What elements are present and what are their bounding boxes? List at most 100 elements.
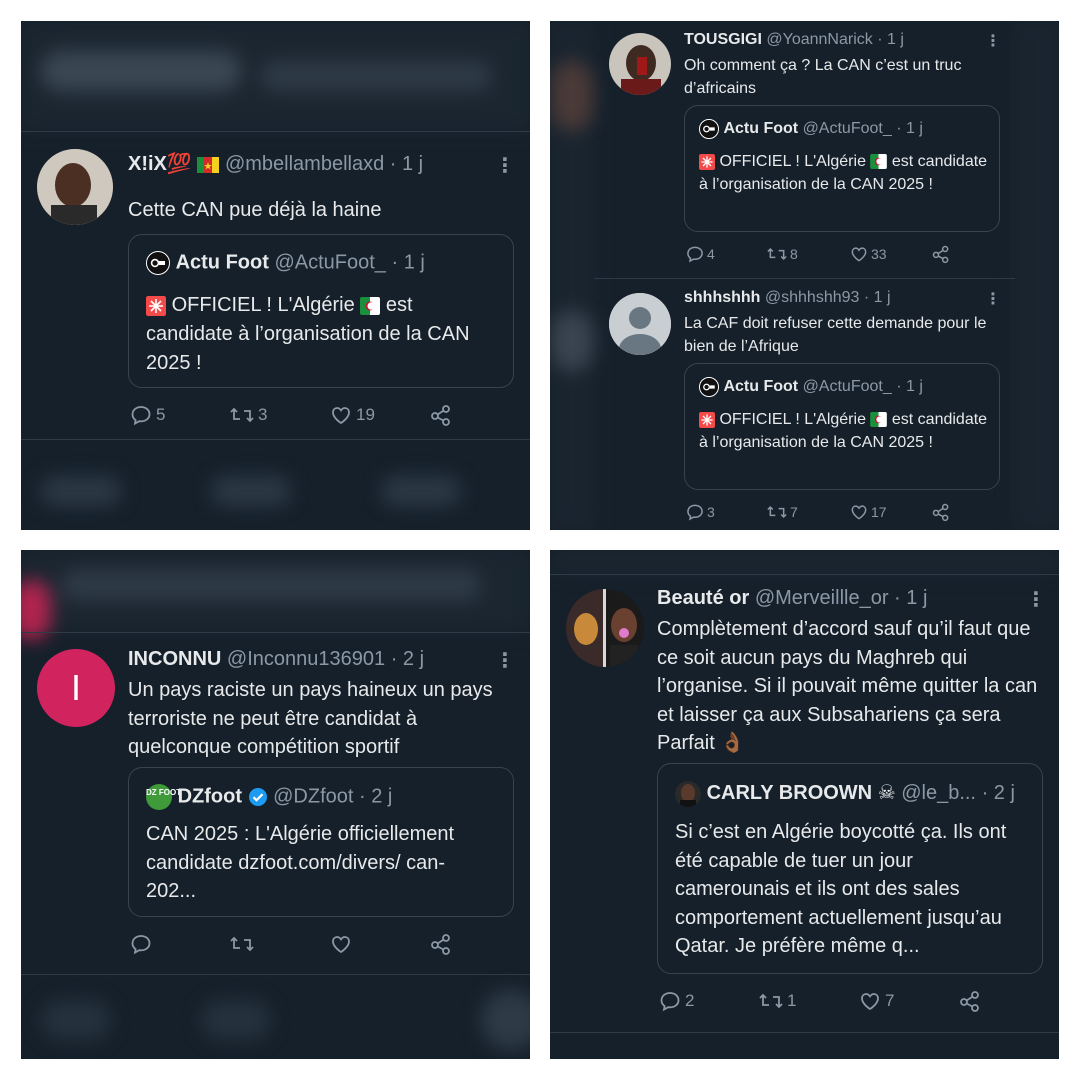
more-icon[interactable]: ⋮: [985, 31, 1001, 51]
like-icon: [861, 993, 879, 1011]
retweet-button[interactable]: 1: [758, 989, 858, 1013]
avatar[interactable]: [609, 293, 671, 355]
reply-count: 3: [707, 504, 715, 520]
like-button[interactable]: 33: [849, 244, 931, 264]
timestamp[interactable]: 1 j: [874, 289, 891, 306]
quoted-display-name: Actu Foot: [723, 120, 799, 138]
handle[interactable]: @shhhshh93: [765, 289, 860, 306]
share-button[interactable]: [958, 989, 982, 1013]
tweet[interactable]: shhhshhh @shhhshh93 · 1 j ⋮ La CAF doit …: [550, 279, 1059, 530]
like-button[interactable]: 7: [858, 989, 958, 1013]
reply-button[interactable]: 3: [685, 502, 766, 522]
tweet[interactable]: Beauté or @Merveillle_or · 1 j ⋮ Complèt…: [550, 575, 1059, 1030]
quoted-tweet[interactable]: Actu Foot @ActuFoot_ · 1 j OFFICIEL ! L'…: [684, 363, 1000, 490]
handle[interactable]: @mbellambellaxd: [225, 153, 384, 175]
tweet-text: La CAF doit refuser cette demande pour l…: [684, 315, 987, 355]
like-button[interactable]: 17: [849, 502, 931, 522]
more-icon[interactable]: ⋮: [495, 648, 515, 673]
tweet-actions: 3 7 17: [685, 502, 951, 522]
retweet-button[interactable]: [229, 932, 329, 956]
tweet-header: TOUSGIGI @YoannNarick · 1 j: [684, 31, 904, 48]
reply-icon: [687, 504, 703, 521]
tweet-header: X!iX💯 @mbellambellaxd · 1 j: [128, 153, 424, 175]
quoted-handle: @le_b...: [901, 782, 976, 804]
tweet-text: Oh comment ça ? La CAN c’est un truc d’a…: [684, 57, 962, 97]
share-button[interactable]: [931, 502, 951, 522]
handle[interactable]: @Merveillle_or: [755, 587, 889, 609]
quoted-timestamp: 2 j: [993, 782, 1015, 804]
quoted-handle: @ActuFoot_: [802, 378, 892, 396]
tweet[interactable]: TOUSGIGI @YoannNarick · 1 j ⋮ Oh comment…: [550, 21, 1059, 277]
reply-count: 2: [685, 991, 695, 1010]
share-icon: [960, 991, 979, 1012]
actufoot-logo-icon: [699, 377, 719, 397]
display-name[interactable]: TOUSGIGI: [684, 31, 762, 48]
share-icon: [431, 934, 450, 955]
tweet[interactable]: X!iX💯 @mbellambellaxd · 1 j ⋮ Cette CAN …: [21, 131, 530, 426]
tweet-header: shhhshhh @shhhshh93 · 1 j: [684, 289, 891, 306]
reply-button[interactable]: [129, 932, 229, 956]
more-icon[interactable]: ⋮: [1026, 587, 1046, 612]
quoted-tweet[interactable]: DZ FOOT DZfoot @DZfoot · 2 j CAN 2025 : …: [128, 767, 514, 917]
avatar[interactable]: [37, 149, 113, 225]
avatar[interactable]: [566, 589, 644, 667]
timestamp[interactable]: 2 j: [403, 648, 424, 670]
quoted-tweet-text: OFFICIEL ! L'Algérie est candidate à l’o…: [699, 153, 988, 193]
retweet-button[interactable]: 8: [766, 244, 849, 264]
tweet-text: Un pays raciste un pays haineux un pays …: [128, 679, 493, 758]
share-button[interactable]: [429, 403, 453, 427]
share-button[interactable]: [931, 244, 951, 264]
like-icon: [851, 505, 867, 520]
reply-icon: [687, 246, 703, 263]
retweet-button[interactable]: 7: [766, 502, 849, 522]
retweet-icon: [230, 407, 254, 423]
display-name[interactable]: shhhshhh: [684, 289, 760, 306]
quoted-tweet[interactable]: Actu Foot @ActuFoot_ · 1 j OFFICIEL ! L'…: [684, 105, 1000, 232]
quoted-handle: @ActuFoot_: [802, 120, 892, 138]
quoted-tweet[interactable]: Actu Foot @ActuFoot_ · 1 j OFFICIEL ! L'…: [128, 234, 514, 388]
timestamp[interactable]: 1 j: [402, 153, 423, 175]
reply-button[interactable]: 4: [685, 244, 766, 264]
more-icon[interactable]: ⋮: [985, 289, 1001, 309]
blurred-next-tweet: [21, 980, 530, 1059]
handle[interactable]: @YoannNarick: [766, 31, 872, 48]
tweet-actions: 5 3 19: [129, 403, 453, 427]
quoted-tweet[interactable]: CARLY BROOWN ☠ @le_b... · 2 j Si c’est e…: [657, 763, 1043, 974]
more-icon[interactable]: ⋮: [495, 153, 515, 178]
quoted-tweet-header: CARLY BROOWN ☠ @le_b... · 2 j: [675, 780, 1015, 807]
tweet-text: Complètement d’accord sauf qu’il faut qu…: [657, 618, 1038, 754]
quoted-handle: @ActuFoot_: [274, 251, 386, 274]
screenshot-panel-4: Beauté or @Merveillle_or · 1 j ⋮ Complèt…: [550, 550, 1059, 1059]
quoted-display-name: CARLY BROOWN: [706, 782, 873, 804]
quoted-display-name: Actu Foot: [723, 378, 799, 396]
reply-button[interactable]: 2: [658, 989, 758, 1013]
quoted-handle: @DZfoot: [273, 785, 354, 808]
tweet[interactable]: I INCONNU @Inconnu136901 · 2 j ⋮ Un pays…: [21, 633, 530, 973]
reply-icon: [660, 992, 680, 1012]
like-button[interactable]: 19: [329, 403, 429, 427]
reply-button[interactable]: 5: [129, 403, 229, 427]
avatar-letter: I: [70, 667, 81, 708]
avatar[interactable]: [609, 33, 671, 95]
handle[interactable]: @Inconnu136901: [227, 648, 385, 670]
tweet-actions: 2 1 7: [658, 989, 982, 1013]
like-icon: [332, 407, 350, 425]
quoted-timestamp: 1 j: [905, 120, 923, 138]
like-count: 19: [356, 405, 375, 424]
verified-icon: [248, 788, 267, 806]
display-name[interactable]: Beauté or: [657, 587, 749, 609]
quoted-tweet-text: CAN 2025 : L'Algérie officiellement cand…: [146, 823, 455, 902]
display-name[interactable]: X!iX💯: [128, 153, 192, 175]
avatar[interactable]: I: [37, 649, 115, 727]
quoted-display-name: DZfoot: [177, 785, 242, 808]
algeria-flag-icon: [360, 296, 381, 315]
like-button[interactable]: [329, 932, 429, 956]
display-name[interactable]: INCONNU: [128, 648, 221, 670]
actufoot-logo-icon: [146, 251, 170, 275]
share-button[interactable]: [429, 932, 453, 956]
timestamp[interactable]: 1 j: [887, 31, 904, 48]
timestamp[interactable]: 1 j: [906, 587, 927, 609]
siren-icon: [699, 153, 715, 170]
like-icon: [851, 247, 867, 262]
retweet-button[interactable]: 3: [229, 403, 329, 427]
